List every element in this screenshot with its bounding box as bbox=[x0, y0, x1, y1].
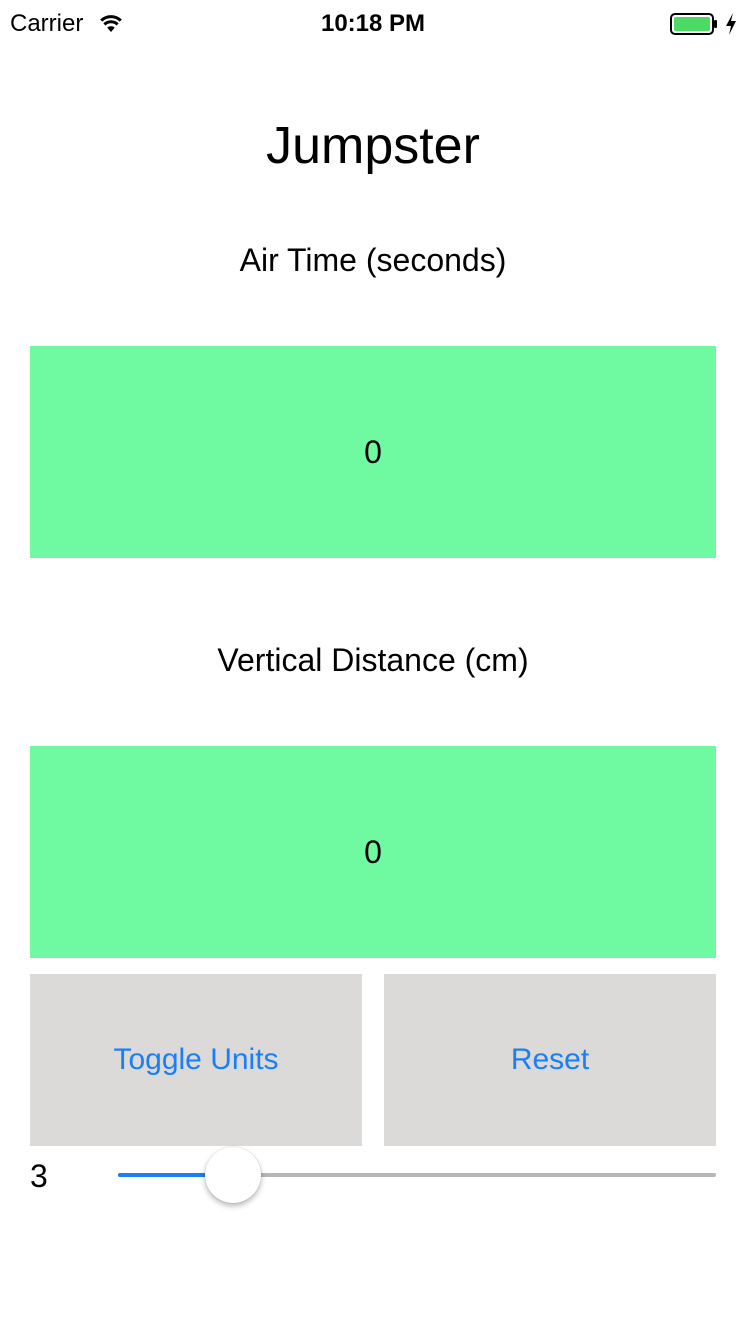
reset-button[interactable]: Reset bbox=[384, 974, 716, 1146]
air-time-value: 0 bbox=[364, 433, 382, 470]
toggle-units-button[interactable]: Toggle Units bbox=[30, 974, 362, 1146]
vertical-distance-label: Vertical Distance (cm) bbox=[217, 642, 529, 678]
slider-value-label: 3 bbox=[30, 1158, 48, 1194]
vertical-distance-value-box: 0 bbox=[30, 746, 716, 958]
slider-thumb[interactable] bbox=[205, 1147, 261, 1203]
app-title: Jumpster bbox=[266, 116, 480, 175]
air-time-label: Air Time (seconds) bbox=[239, 242, 507, 278]
status-time: 10:18 PM bbox=[320, 10, 426, 37]
battery-icon bbox=[670, 13, 717, 35]
charging-bolt-icon bbox=[726, 13, 736, 35]
sensitivity-slider[interactable] bbox=[118, 1146, 716, 1204]
air-time-value-box: 0 bbox=[30, 346, 716, 558]
status-bar: Carrier 10:18 PM bbox=[0, 0, 746, 48]
vertical-distance-value: 0 bbox=[364, 833, 382, 870]
